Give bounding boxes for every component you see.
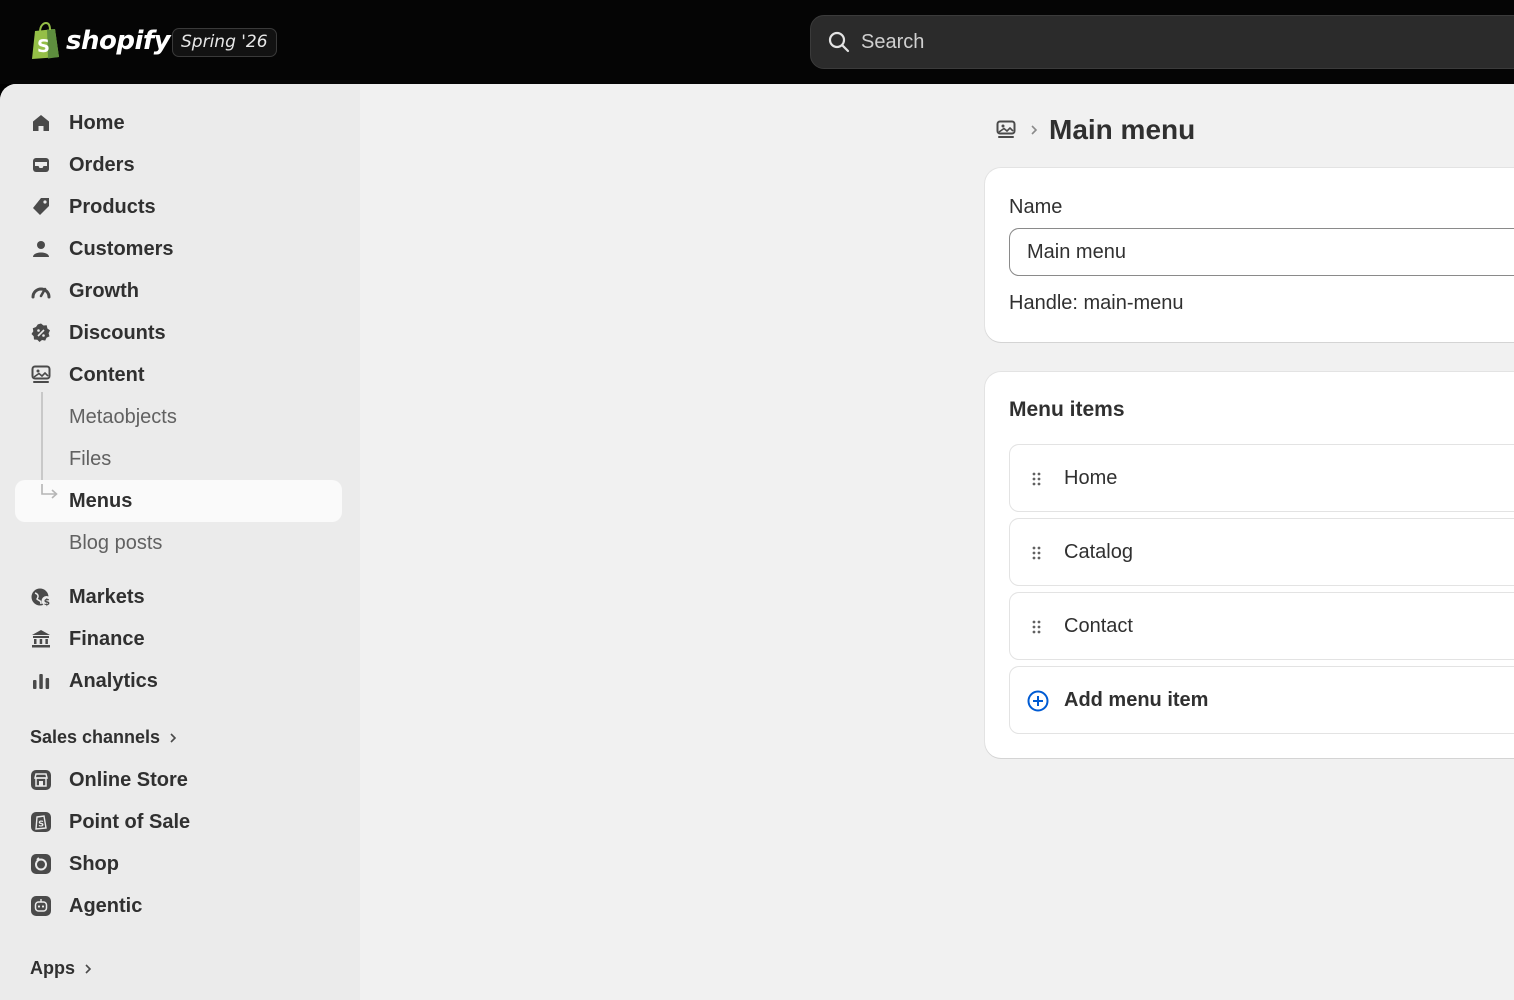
menu-item-label: Contact [1064,615,1133,637]
page-title: Main menu [1049,114,1196,145]
chevron-right-icon [1031,125,1038,135]
home-icon [33,115,49,131]
shopify-logo[interactable]: S shopify [28,21,171,60]
sales-channels-header[interactable]: Sales channels [30,727,178,748]
breadcrumb: Main menu [995,114,1195,146]
sidebar-item-label: Metaobjects [69,405,177,428]
globe-icon: $ [31,588,52,608]
sidebar-item-label: Analytics [69,669,158,692]
shop-icon [31,854,51,874]
sidebar-item-markets[interactable]: $ Markets [15,576,342,618]
inbox-icon [33,158,49,172]
add-menu-item-label: Add menu item [1064,689,1209,711]
sidebar-item-label: Blog posts [69,531,163,554]
brand-name: shopify [66,26,171,56]
svg-text:$: $ [44,598,50,608]
sidebar-item-label: Growth [69,279,139,302]
bank-icon [32,630,50,648]
app-shell: Home Orders Products Customers Growth Di… [0,84,1514,1000]
bar-chart-icon [33,674,50,689]
sidebar-item-point-of-sale[interactable]: S Point of Sale [15,801,342,843]
sidebar-item-customers[interactable]: Customers [15,228,342,270]
section-label: Apps [30,958,75,978]
sidebar-item-label: Agentic [69,894,143,917]
menu-item-label: Catalog [1064,541,1133,563]
section-label: Sales channels [30,727,161,747]
gauge-icon [31,287,51,299]
sidebar-item-label: Finance [69,627,145,650]
drag-handle-icon[interactable] [1028,543,1046,563]
sidebar-item-shop[interactable]: Shop [15,843,342,885]
chevron-right-icon [85,963,92,974]
name-label: Name [1009,196,1063,218]
sidebar-item-label: Shop [69,852,119,875]
discount-icon [31,323,50,342]
menu-item-label: Home [1064,467,1118,489]
svg-text:S: S [37,36,50,57]
sidebar-item-growth[interactable]: Growth [15,270,342,312]
sidebar-item-agentic[interactable]: Agentic [15,885,342,927]
sidebar-item-discounts[interactable]: Discounts [15,312,342,354]
chevron-right-icon [170,732,177,743]
sidebar-item-metaobjects[interactable]: Metaobjects [15,396,342,438]
sidebar-item-label: Files [69,447,112,470]
tree-arrow-icon [41,484,58,499]
sidebar-item-blog-posts[interactable]: Blog posts [15,522,342,564]
sidebar-item-analytics[interactable]: Analytics [15,660,342,702]
sidebar-item-finance[interactable]: Finance [15,618,342,660]
edition-badge[interactable]: Spring '26 [172,28,277,57]
menu-item-row[interactable]: Catalog [1009,518,1514,586]
menu-item-row[interactable]: Contact [1009,592,1514,660]
handle-text: Handle: main-menu [1009,292,1184,314]
sidebar-item-label: Discounts [69,321,166,344]
sidebar-item-label: Home [69,111,125,134]
storefront-icon [31,770,51,790]
agentic-icon [31,896,51,916]
sidebar-item-files[interactable]: Files [15,438,342,480]
add-menu-item-button[interactable]: Add menu item [1009,666,1514,734]
sidebar-item-products[interactable]: Products [15,186,342,228]
search-bar[interactable]: Search [810,15,1514,69]
sidebar-item-label: Menus [69,489,133,512]
sidebar-item-label: Point of Sale [69,810,191,833]
sidebar-item-orders[interactable]: Orders [15,144,342,186]
search-icon [828,31,850,53]
apps-header[interactable]: Apps [30,958,93,979]
content-icon[interactable] [995,119,1017,141]
content-icon [31,365,51,383]
search-placeholder: Search [861,30,925,53]
sidebar-item-content[interactable]: Content [15,354,342,396]
menu-item-row[interactable]: Home [1009,444,1514,512]
name-card: Name Main menu Handle: main-menu [985,168,1514,342]
pos-icon: S [31,812,51,832]
sidebar-item-label: Content [69,363,145,386]
sidebar-item-menus[interactable]: Menus [15,480,342,522]
name-input[interactable]: Main menu [1009,228,1514,276]
shopify-bag-icon: S [28,21,62,60]
menu-items-card: Menu items Home Catalog Contact Add menu… [985,372,1514,758]
svg-text:S: S [38,820,44,829]
sidebar-item-online-store[interactable]: Online Store [15,759,342,801]
sidebar: Home Orders Products Customers Growth Di… [0,84,360,1000]
sidebar-item-label: Markets [69,585,145,608]
menu-items-title: Menu items [1009,398,1125,421]
sidebar-item-label: Online Store [69,768,188,791]
tag-icon [33,198,49,215]
sidebar-item-home[interactable]: Home [15,102,342,144]
sidebar-item-label: Orders [69,153,135,176]
plus-circle-icon [1027,690,1049,712]
sidebar-item-label: Products [69,195,156,218]
sidebar-item-label: Customers [69,237,174,260]
drag-handle-icon[interactable] [1028,617,1046,637]
person-icon [33,241,49,257]
top-bar: S shopify Spring '26 Search [0,0,1514,84]
drag-handle-icon[interactable] [1028,469,1046,489]
